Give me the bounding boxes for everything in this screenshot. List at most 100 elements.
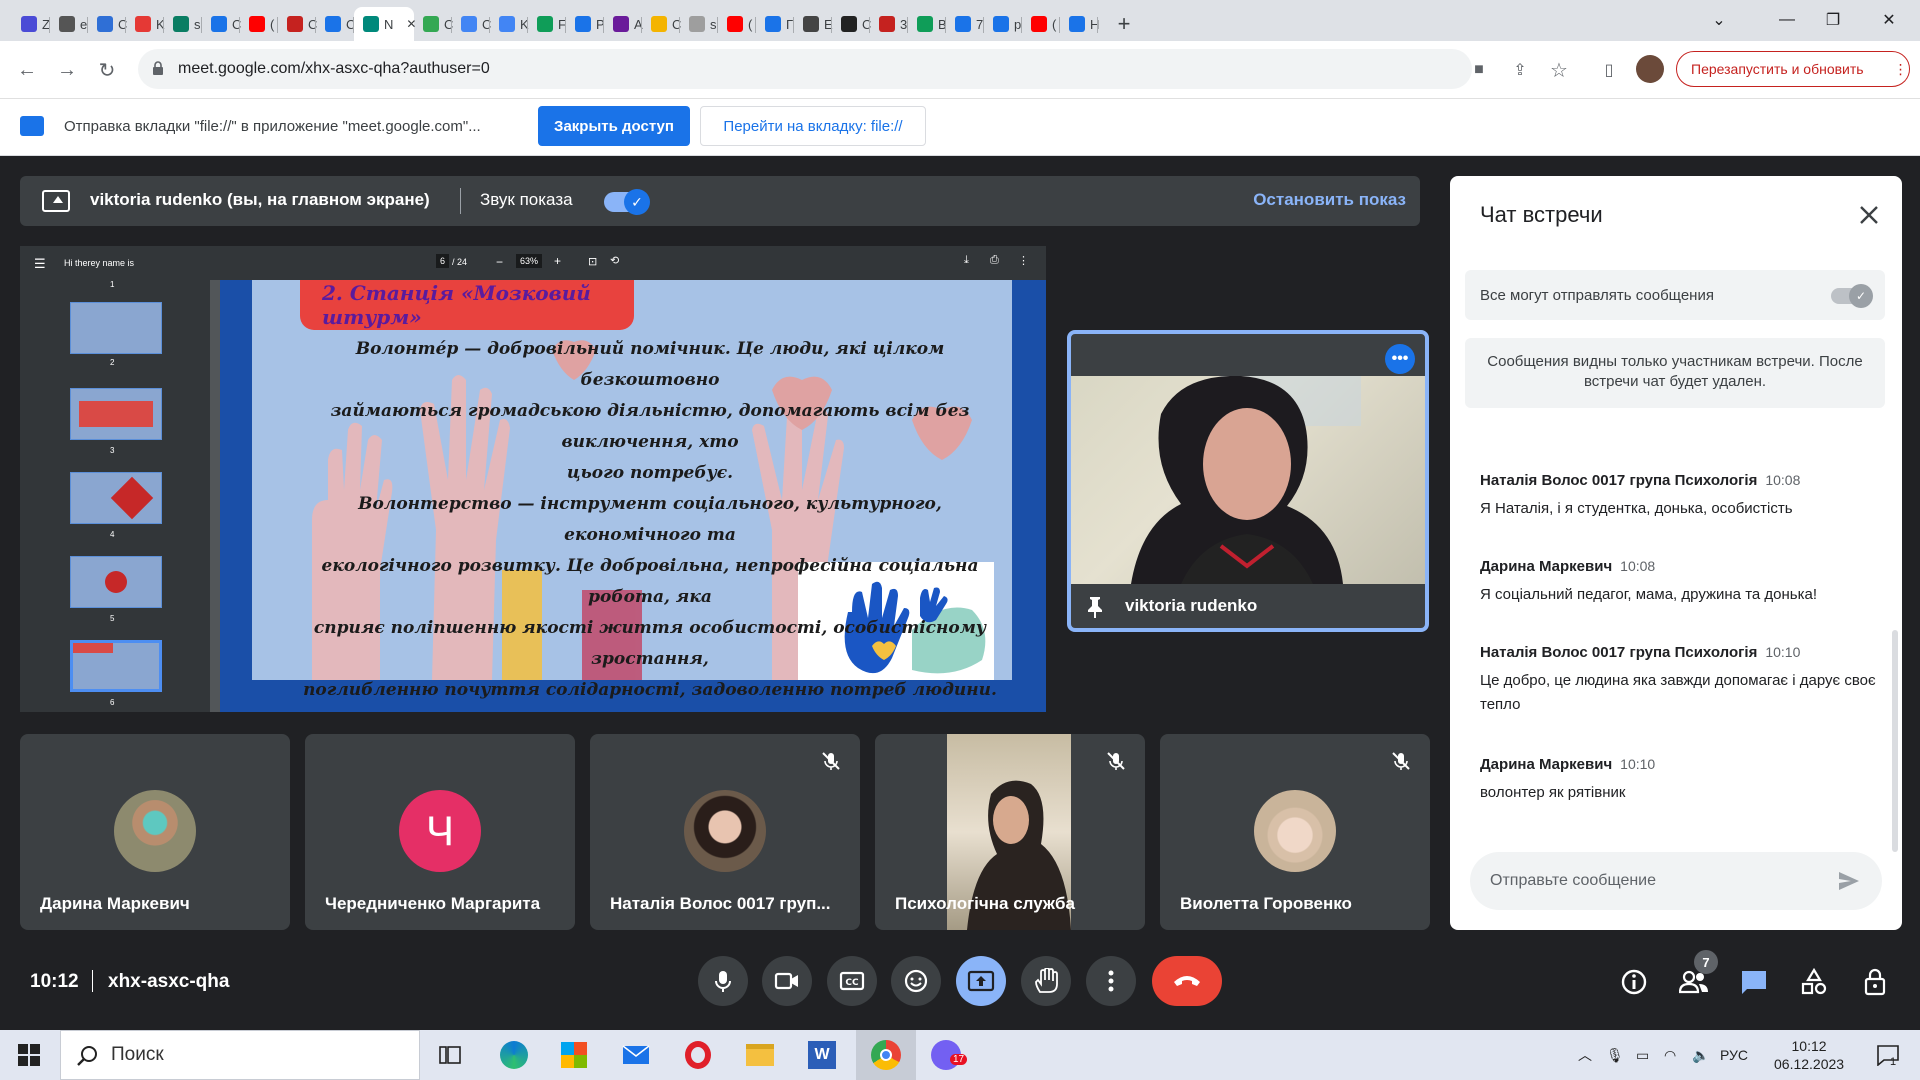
participant-tile[interactable]: Дарина Маркевич	[20, 734, 290, 930]
tray-chevron-icon[interactable]: ︿	[1578, 1030, 1592, 1080]
notifications-icon[interactable]: 1	[1876, 1030, 1900, 1080]
camera-button[interactable]	[762, 956, 812, 1006]
microphone-button[interactable]	[698, 956, 748, 1006]
word-icon[interactable]: W	[804, 1038, 840, 1072]
chat-message: Дарина Маркевич 10:08 Я соціальний педаго…	[1480, 558, 1880, 607]
relaunch-update-button[interactable]: Перезапустить и обновить ⋮	[1676, 51, 1910, 87]
browser-tab[interactable]: p	[984, 7, 1022, 41]
browser-tab[interactable]: C	[452, 7, 491, 41]
share-sound-toggle[interactable]: ✓	[604, 189, 650, 215]
browser-tab[interactable]: (	[718, 7, 756, 41]
mail-icon[interactable]	[618, 1038, 654, 1072]
input-language[interactable]: РУС	[1720, 1030, 1748, 1080]
browser-tab[interactable]: F	[528, 7, 566, 41]
browser-tab[interactable]: C	[202, 7, 241, 41]
infobar-text: Отправка вкладки "file://" в приложение …	[64, 118, 481, 135]
close-icon[interactable]	[1856, 202, 1882, 228]
profile-avatar[interactable]	[1636, 55, 1664, 83]
browser-tab[interactable]: Z	[12, 7, 50, 41]
participant-tile[interactable]: Наталія Волос 0017 груп...	[590, 734, 860, 930]
bookmark-star-icon[interactable]: ☆	[1544, 55, 1574, 85]
task-view-icon[interactable]	[432, 1038, 468, 1072]
pdf-page-number[interactable]: 6	[436, 254, 450, 268]
participant-tile[interactable]: Ч Чередниченко Маргарита	[305, 734, 575, 930]
taskbar-search[interactable]: Поиск	[60, 1030, 420, 1080]
browser-tab[interactable]: H	[1060, 7, 1099, 41]
hang-up-icon	[1174, 976, 1200, 986]
avatar	[684, 790, 766, 872]
close-window-button[interactable]: ✕	[1866, 0, 1912, 40]
present-button[interactable]	[956, 956, 1006, 1006]
minimize-button[interactable]: —	[1764, 0, 1810, 40]
omnibox[interactable]: meet.google.com/xhx-asxc-qha?authuser=0	[138, 49, 1472, 89]
stop-presenting-button[interactable]: Остановить показ	[1253, 190, 1406, 210]
more-options-button[interactable]	[1086, 956, 1136, 1006]
more-vert-icon: ⋮	[1893, 60, 1908, 77]
browser-tab[interactable]: 7	[946, 7, 984, 41]
browser-tab-active[interactable]: N ✕	[354, 7, 416, 41]
browser-tab[interactable]: C	[278, 7, 317, 41]
browser-tab[interactable]: E	[794, 7, 833, 41]
battery-icon[interactable]: ▭	[1636, 1030, 1649, 1080]
participant-tile[interactable]: Виолетта Горовенко	[1160, 734, 1430, 930]
browser-tab[interactable]: P	[566, 7, 605, 41]
mic-tray-icon[interactable]: 🎙	[1606, 1030, 1624, 1080]
side-panel-icon[interactable]: ▯	[1594, 55, 1624, 85]
browser-tab[interactable]: A	[604, 7, 643, 41]
host-controls-button[interactable]	[1856, 962, 1896, 1002]
volume-icon[interactable]: 🔈	[1692, 1030, 1709, 1080]
more-options-button[interactable]: •••	[1385, 344, 1415, 374]
browser-tab[interactable]: C	[88, 7, 127, 41]
tray-clock[interactable]: 10:12 06.12.2023	[1774, 1030, 1844, 1080]
browser-tab[interactable]: 3	[870, 7, 908, 41]
chat-button[interactable]	[1734, 962, 1774, 1002]
thumbnail	[70, 556, 162, 608]
forward-button[interactable]: →	[52, 55, 82, 85]
browser-tab[interactable]: K	[126, 7, 165, 41]
microsoft-store-icon[interactable]	[556, 1038, 592, 1072]
wifi-icon[interactable]: ◠	[1664, 1030, 1676, 1080]
hand-icon	[1035, 968, 1058, 993]
people-button[interactable]: 7	[1674, 950, 1718, 1002]
edge-browser-icon[interactable]	[496, 1038, 532, 1072]
reactions-button[interactable]	[891, 956, 941, 1006]
browser-tab[interactable]: B	[908, 7, 947, 41]
share-icon[interactable]: ⇪	[1505, 55, 1535, 85]
maximize-button[interactable]: ❐	[1810, 0, 1856, 40]
leave-call-button[interactable]	[1152, 956, 1222, 1006]
raise-hand-button[interactable]	[1021, 956, 1071, 1006]
browser-tab[interactable]: s	[680, 7, 718, 41]
back-button[interactable]: ←	[12, 55, 42, 85]
participant-tile[interactable]: Психологічна служба	[875, 734, 1145, 930]
file-explorer-icon[interactable]	[742, 1038, 778, 1072]
browser-tab[interactable]: (	[1022, 7, 1060, 41]
send-icon[interactable]	[1836, 868, 1862, 894]
pinned-participant-tile[interactable]: ••• viktoria rudenko	[1067, 330, 1429, 632]
browser-tab[interactable]: C	[642, 7, 681, 41]
browser-tab[interactable]: C	[832, 7, 871, 41]
tab-search-chevron-icon[interactable]: ⌄	[1696, 0, 1742, 40]
viber-icon[interactable]: 17	[928, 1038, 968, 1072]
browser-tab[interactable]: (	[240, 7, 278, 41]
browser-tab[interactable]: C	[414, 7, 453, 41]
browser-tab[interactable]: e	[50, 7, 88, 41]
chrome-icon[interactable]	[856, 1030, 916, 1080]
browser-tab[interactable]: C	[316, 7, 355, 41]
captions-button[interactable]: CC	[827, 956, 877, 1006]
chat-scrollbar[interactable]	[1892, 630, 1898, 852]
start-button[interactable]	[0, 1030, 58, 1080]
search-icon	[77, 1046, 97, 1066]
camera-icon[interactable]: ■	[1464, 55, 1494, 85]
browser-tab[interactable]: Г	[756, 7, 794, 41]
goto-tab-button[interactable]: Перейти на вкладку: file://	[700, 106, 926, 146]
close-access-button[interactable]: Закрыть доступ	[538, 106, 690, 146]
new-tab-button[interactable]: +	[1104, 7, 1144, 41]
meeting-details-button[interactable]	[1614, 962, 1654, 1002]
chat-message-input[interactable]: Отправьте сообщение	[1470, 852, 1882, 910]
opera-icon[interactable]	[680, 1038, 716, 1072]
activities-button[interactable]	[1794, 962, 1834, 1002]
reload-button[interactable]: ↻	[92, 55, 122, 85]
browser-tab[interactable]: K	[490, 7, 529, 41]
browser-tab[interactable]: s	[164, 7, 202, 41]
allow-messages-toggle[interactable]: ✓	[1831, 284, 1873, 308]
